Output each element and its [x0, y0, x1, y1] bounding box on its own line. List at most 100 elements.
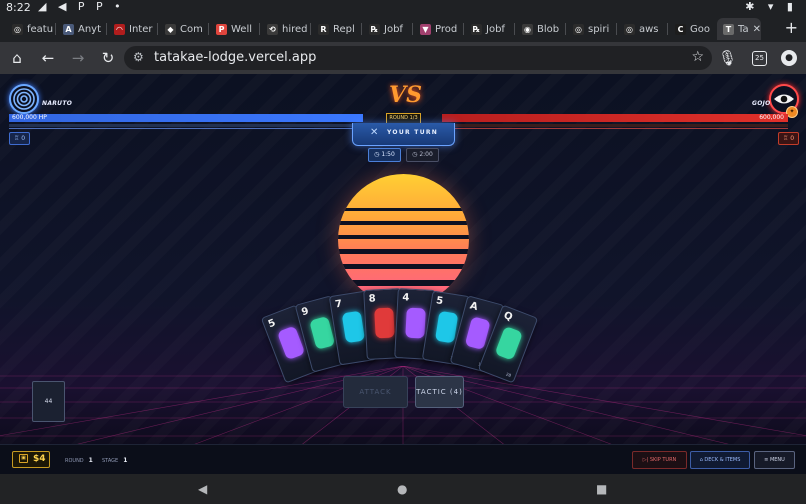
tab-favicon-icon: ◆	[165, 23, 176, 35]
tab-favicon-icon: ◎	[12, 23, 23, 35]
tab-title: Jobf	[486, 23, 505, 35]
draw-pile[interactable]: 44	[32, 381, 65, 422]
tab-title: aws	[639, 23, 659, 35]
close-tab-icon[interactable]: ✕	[753, 24, 761, 35]
bottom-hud: ▣ $4 ROUND 1 STAGE 1 ▷| SKIP TURN ⌂ DECK & …	[0, 444, 806, 474]
tab-separator	[208, 23, 209, 35]
tab-favicon-icon: ◎	[624, 23, 635, 35]
tab-separator	[106, 23, 107, 35]
tab-title: Prod	[435, 23, 458, 35]
back-icon[interactable]: ←	[39, 49, 57, 67]
card-suit-icon	[434, 310, 458, 343]
card-rank: 9	[299, 305, 310, 319]
tab-separator	[310, 23, 311, 35]
system-icons: ✱ ▾ ▮	[745, 0, 798, 13]
tab-favicon-icon: P	[216, 23, 227, 35]
browser-tab[interactable]: ◎ spiri	[567, 18, 615, 40]
notification-icons: ◢ ◀ P P •	[38, 0, 125, 13]
browser-tab[interactable]: ◎ featu	[6, 18, 54, 40]
card-hand: 55997783644536A11Q28	[0, 74, 806, 474]
tab-favicon-icon: T	[723, 23, 734, 35]
browser-tab[interactable]: ℞ Jobf	[465, 18, 513, 40]
tab-title: Repl	[333, 23, 355, 35]
nav-back-icon[interactable]: ◀	[198, 482, 207, 496]
card-suit-icon	[341, 310, 365, 343]
browser-tab[interactable]: ◎ aws	[618, 18, 666, 40]
tactic-button[interactable]: TACTIC (4)	[415, 376, 464, 408]
mic-icon[interactable]: 🎙	[718, 49, 737, 67]
money-display[interactable]: ▣ $4	[12, 451, 50, 468]
tab-separator	[412, 23, 413, 35]
tab-separator	[616, 23, 617, 35]
nav-recents-icon[interactable]: ■	[596, 482, 607, 496]
tab-title: Anyt	[78, 23, 102, 35]
tab-separator	[55, 23, 56, 35]
skip-turn-button[interactable]: ▷| SKIP TURN	[632, 451, 687, 469]
card-rank: A	[468, 300, 479, 314]
card-suit-icon	[404, 307, 426, 339]
tab-favicon-icon: ℞	[471, 23, 482, 35]
card-rank: Q	[501, 309, 514, 323]
card-rank: 5	[434, 294, 444, 307]
menu-button[interactable]: ≡ MENU	[754, 451, 795, 469]
tab-favicon-icon: ⟲	[267, 23, 278, 35]
tab-title: spiri	[588, 23, 610, 35]
round-stat: ROUND 1	[65, 457, 93, 464]
card-rank: 4	[401, 292, 410, 305]
reload-icon[interactable]: ↻	[99, 49, 117, 67]
tab-count-button[interactable]: 25	[752, 51, 767, 66]
tab-title: Ta	[738, 23, 749, 35]
android-nav-bar: ◀ ● ■	[0, 474, 806, 504]
tab-separator	[667, 23, 668, 35]
attack-button[interactable]: ATTACK	[343, 376, 408, 408]
tab-favicon-icon: ◎	[573, 23, 584, 35]
card-suit-icon	[373, 307, 395, 339]
tab-title: featu	[27, 23, 54, 35]
home-icon[interactable]: ⌂	[8, 49, 26, 67]
nav-home-icon[interactable]: ●	[397, 482, 407, 496]
tab-title: Well	[231, 23, 253, 35]
new-tab-icon[interactable]: +	[785, 18, 798, 37]
card-suit-icon	[494, 325, 523, 361]
tab-favicon-icon: ▼	[420, 23, 431, 35]
tab-title: Inter	[129, 23, 153, 35]
tab-separator	[463, 23, 464, 35]
profile-avatar[interactable]: ●	[781, 50, 797, 66]
card-rank: 5	[266, 317, 277, 330]
tab-separator	[361, 23, 362, 35]
tab-title: Blob	[537, 23, 560, 35]
browser-tab[interactable]: C Goo	[669, 18, 717, 40]
site-info-icon[interactable]: ⚙	[133, 50, 144, 64]
card-power: 28	[504, 371, 512, 378]
browser-tab[interactable]: ⟲ hired	[261, 18, 309, 40]
tab-title: Com	[180, 23, 203, 35]
tab-separator	[565, 23, 566, 35]
tab-separator	[157, 23, 158, 35]
forward-icon[interactable]: →	[69, 49, 87, 67]
browser-tab[interactable]: ▼ Prod	[414, 18, 462, 40]
browser-tab[interactable]: P Well	[210, 18, 258, 40]
clock: 8:22	[6, 1, 31, 14]
android-status-bar: 8:22 ◢ ◀ P P • ✱ ▾ ▮	[0, 0, 806, 16]
deck-items-button[interactable]: ⌂ DECK & ITEMS	[690, 451, 750, 469]
game-viewport: NARUTO VS ROUND 1/3 GOJO ✦ 600,000 HP 60…	[0, 74, 806, 474]
browser-tab[interactable]: R Repl	[312, 18, 360, 40]
wallet-icon: ▣	[19, 454, 28, 463]
card-suit-icon	[308, 315, 335, 350]
browser-tab[interactable]: ◉ Blob	[516, 18, 564, 40]
tab-strip: ◎ featu A Anyt ◠ Inter ◆ Com P Well ⟲ hired R Repl ℞ Jo…	[0, 16, 806, 42]
tab-favicon-icon: ℞	[369, 23, 380, 35]
tab-separator	[514, 23, 515, 35]
tab-title: hired	[282, 23, 308, 35]
address-bar[interactable]: ⚙ tatakae-lodge.vercel.app ☆	[124, 46, 712, 70]
browser-tab[interactable]: T Ta ✕	[717, 18, 761, 40]
browser-tab[interactable]: ◠ Inter	[108, 18, 156, 40]
browser-tab[interactable]: ◆ Com	[159, 18, 207, 40]
tab-favicon-icon: ◉	[522, 23, 533, 35]
stage-stat: STAGE 1	[102, 457, 128, 464]
bookmark-star-icon[interactable]: ☆	[691, 49, 704, 65]
tab-favicon-icon: ◠	[114, 23, 125, 35]
browser-tab[interactable]: ℞ Jobf	[363, 18, 411, 40]
card-rank: 7	[333, 298, 343, 311]
browser-tab[interactable]: A Anyt	[57, 18, 105, 40]
